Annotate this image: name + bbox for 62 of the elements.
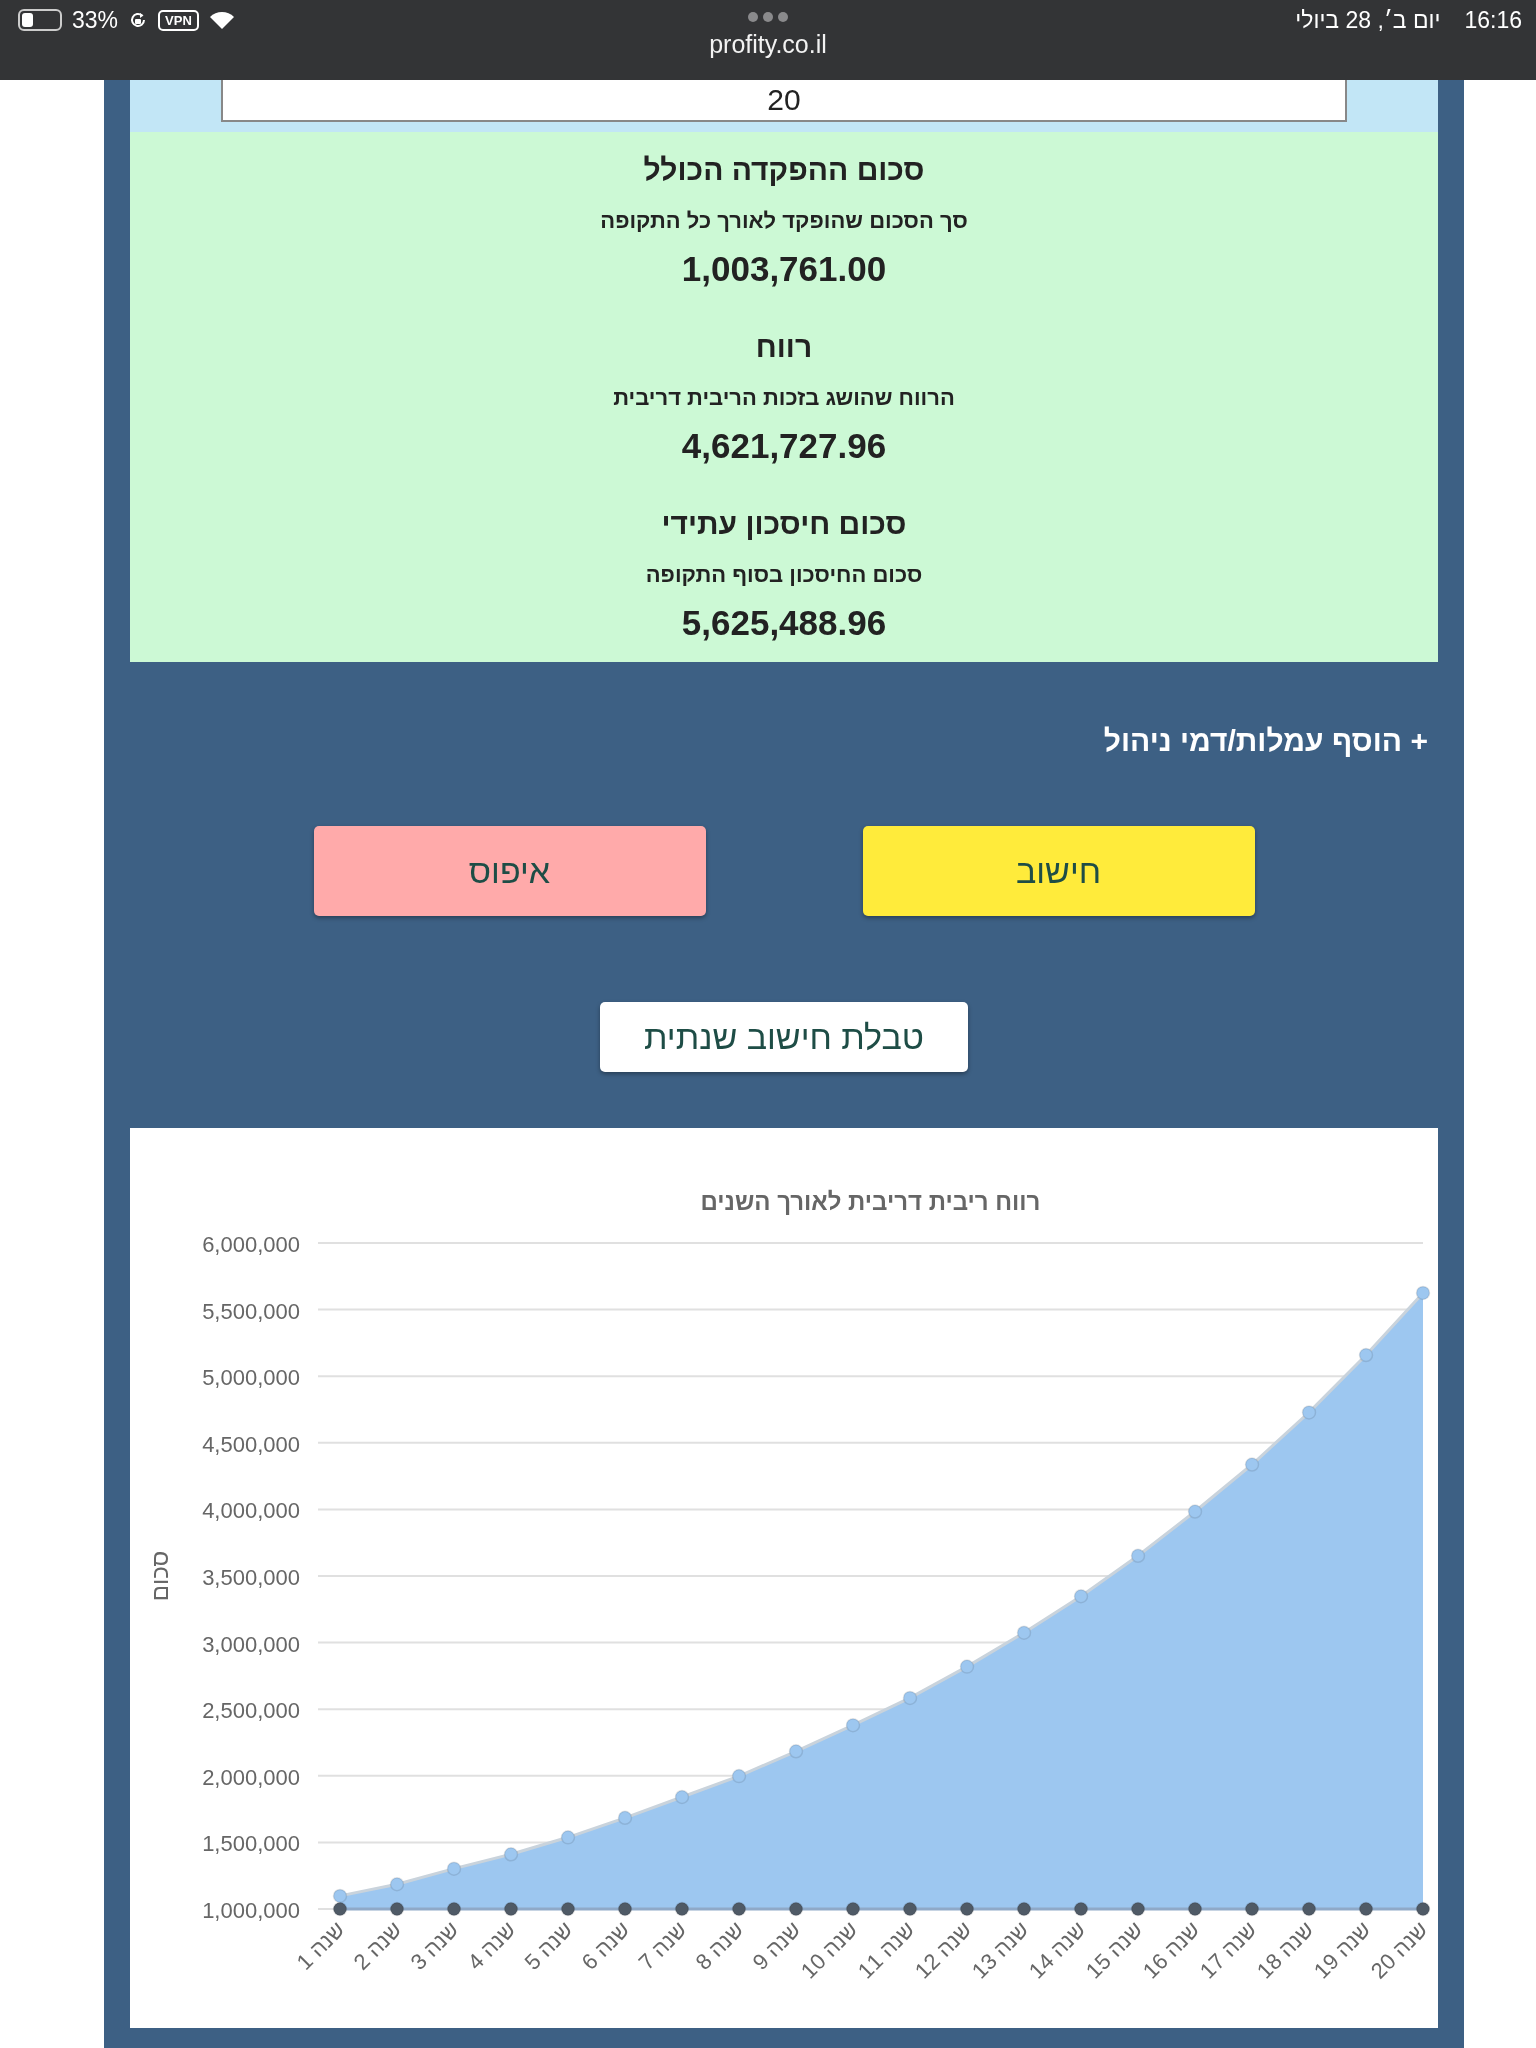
result-value: 1,003,761.00 bbox=[681, 248, 887, 290]
yearly-table-button[interactable]: טבלת חישוב שנתית bbox=[600, 1002, 968, 1072]
x-tick-label: שנה 5 bbox=[519, 1916, 578, 1975]
result-description: סכום החיסכון בסוף התקופה bbox=[645, 561, 923, 589]
data-point bbox=[1016, 1625, 1032, 1640]
result-value: 5,625,488.96 bbox=[681, 602, 887, 644]
y-tick-label: 2,500,000 bbox=[202, 1698, 300, 1724]
data-point bbox=[1073, 1589, 1089, 1604]
data-point bbox=[332, 1901, 348, 1917]
data-point bbox=[731, 1768, 747, 1784]
y-tick-label: 5,000,000 bbox=[202, 1365, 300, 1391]
result-value: 4,621,727.96 bbox=[681, 425, 887, 467]
data-point bbox=[560, 1830, 576, 1845]
data-point bbox=[503, 1847, 519, 1862]
status-time: 16:16 bbox=[1464, 6, 1522, 34]
data-point bbox=[1130, 1548, 1146, 1563]
x-tick-label: שנה 8 bbox=[690, 1916, 749, 1975]
x-tick-label: שנה 3 bbox=[405, 1916, 464, 1975]
result-title: סכום ההפקדה הכולל bbox=[643, 152, 925, 188]
reset-button[interactable]: איפוס bbox=[313, 826, 706, 916]
add-fees-link[interactable]: + הוסף עמלות/דמי ניהול bbox=[1103, 724, 1428, 758]
y-tick-label: 2,000,000 bbox=[202, 1764, 300, 1790]
x-tick-label: שנה 4 bbox=[462, 1916, 521, 1975]
y-axis-title: סכום bbox=[146, 1550, 173, 1602]
data-point bbox=[674, 1789, 690, 1805]
y-tick-label: 6,000,000 bbox=[202, 1232, 300, 1257]
data-point bbox=[1415, 1285, 1431, 1301]
x-tick-label: שנה 7 bbox=[633, 1916, 692, 1975]
data-point bbox=[446, 1861, 462, 1876]
data-point bbox=[788, 1744, 804, 1759]
data-point bbox=[1415, 1901, 1431, 1917]
chart-title: רווח ריבית דריבית לאורך השנים bbox=[700, 1188, 1041, 1215]
result-title: סכום חיסכון עתידי bbox=[661, 506, 907, 542]
period-field[interactable]: 20 bbox=[221, 80, 1347, 122]
result-description: סך הסכום שהופקד לאורך כל התקופה bbox=[600, 207, 968, 235]
battery-icon bbox=[18, 9, 62, 31]
more-icon[interactable] bbox=[746, 10, 790, 24]
url-text[interactable]: profity.co.il bbox=[709, 30, 827, 59]
data-point bbox=[902, 1690, 918, 1706]
data-point bbox=[1358, 1347, 1374, 1363]
calculate-button[interactable]: חישוב bbox=[862, 826, 1255, 916]
y-tick-label: 3,500,000 bbox=[202, 1565, 300, 1590]
x-tick-label: שנה 2 bbox=[348, 1916, 407, 1975]
data-point bbox=[845, 1717, 861, 1733]
result-title: רווח bbox=[755, 329, 813, 365]
data-point bbox=[332, 1888, 348, 1904]
data-point bbox=[1301, 1405, 1317, 1420]
y-tick-label: 4,000,000 bbox=[202, 1498, 300, 1524]
data-point bbox=[389, 1877, 405, 1892]
data-point bbox=[617, 1810, 633, 1825]
battery-percent: 33% bbox=[72, 6, 119, 34]
wifi-icon bbox=[208, 10, 235, 30]
y-tick-label: 5,500,000 bbox=[202, 1298, 300, 1324]
data-point bbox=[959, 1659, 975, 1674]
result-description: הרווח שהושג בזכות הריבית דריבית bbox=[613, 384, 955, 412]
vpn-badge: VPN bbox=[158, 9, 199, 31]
y-tick-label: 4,500,000 bbox=[202, 1431, 300, 1457]
y-tick-label: 3,000,000 bbox=[202, 1631, 300, 1657]
y-tick-label: 1,000,000 bbox=[202, 1898, 300, 1923]
x-tick-label: שנה 6 bbox=[576, 1916, 635, 1975]
y-tick-label: 1,500,000 bbox=[202, 1831, 300, 1857]
status-date: יום ב׳, 28 ביולי bbox=[1295, 6, 1441, 34]
